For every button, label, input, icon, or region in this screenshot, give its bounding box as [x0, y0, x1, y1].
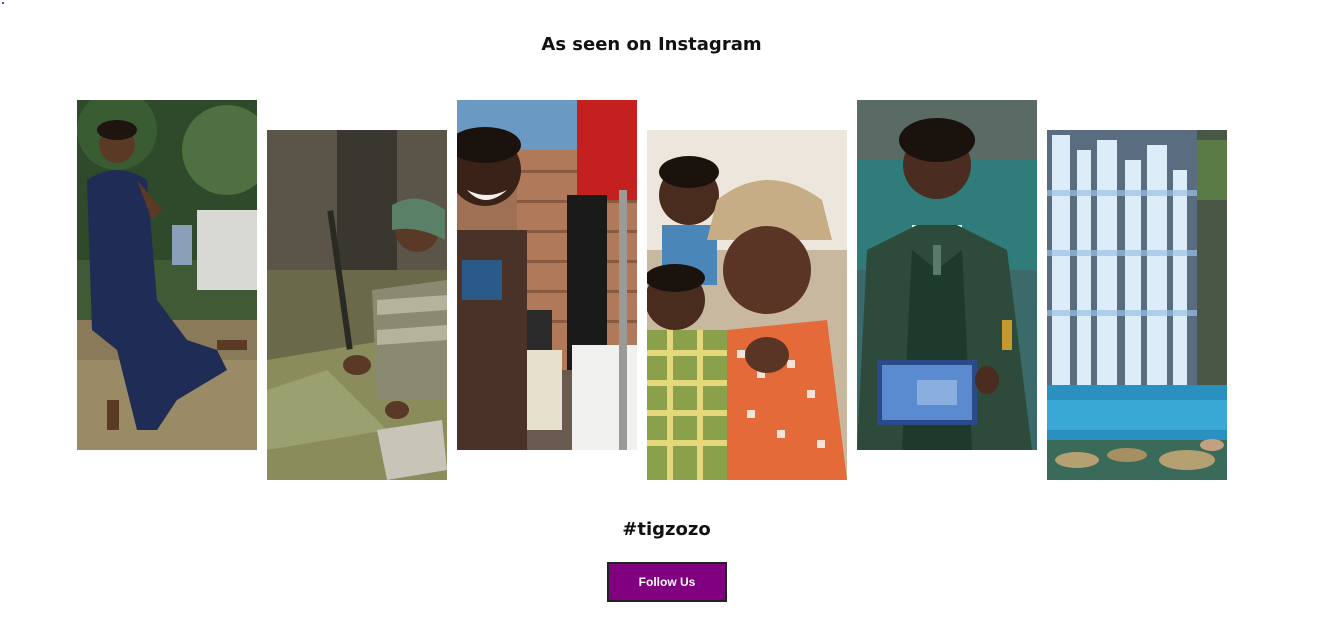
follow-us-button[interactable]: Follow Us: [607, 562, 727, 602]
instagram-section: As seen on Instagram #tigzozo Follow Us: [0, 0, 1319, 618]
waterfall-photo: [1047, 130, 1227, 480]
smiling-boy-at-water-tap-photo: [457, 100, 637, 450]
gallery-photo-6[interactable]: [1047, 130, 1227, 480]
grandmother-with-children-photo: [647, 130, 847, 480]
corner-pixel: [2, 2, 4, 4]
section-title: As seen on Instagram: [541, 34, 762, 55]
gallery-photo-1[interactable]: [77, 100, 257, 450]
woman-harvesting-sugarcane-photo: [267, 130, 447, 480]
hashtag-label: #tigzozo: [622, 519, 711, 540]
gallery-photo-2[interactable]: [267, 130, 447, 480]
follow-us-label: Follow Us: [638, 575, 696, 589]
student-with-tablet-photo: [857, 100, 1037, 450]
woman-in-blue-dress-photo: [77, 100, 257, 450]
gallery-photo-5[interactable]: [857, 100, 1037, 450]
gallery-photo-4[interactable]: [647, 130, 847, 480]
instagram-gallery: [77, 100, 1237, 480]
gallery-photo-3[interactable]: [457, 100, 637, 450]
